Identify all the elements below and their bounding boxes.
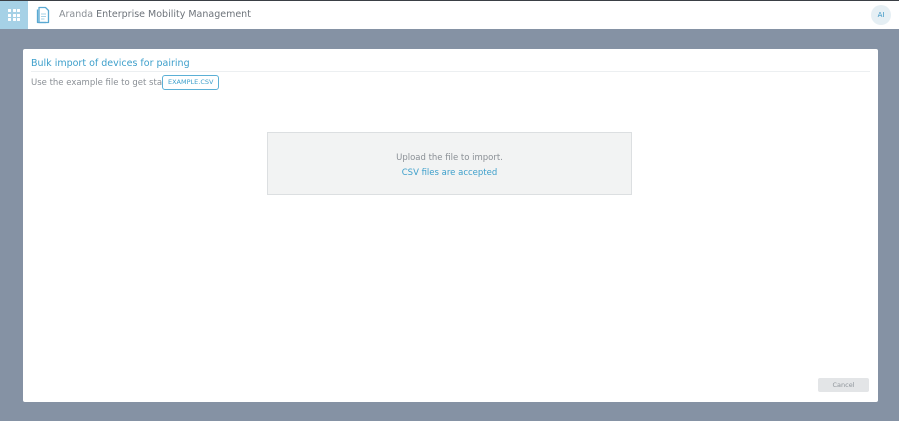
dialog-title: Bulk import of devices for pairing (31, 58, 190, 69)
top-bar: Aranda Enterprise Mobility Management AI (0, 0, 899, 29)
example-csv-button[interactable]: EXAMPLE.CSV (162, 75, 220, 90)
upload-instruction: Upload the file to import. (396, 153, 503, 163)
app-title-name: Enterprise Mobility Management (96, 9, 251, 20)
apps-menu-button[interactable] (0, 1, 28, 29)
apps-grid-icon (8, 9, 20, 21)
user-avatar[interactable]: AI (871, 5, 891, 25)
example-hint-text: Use the example file to get started. (31, 78, 183, 88)
title-divider (31, 71, 870, 72)
app-title: Aranda Enterprise Mobility Management (59, 8, 251, 22)
cancel-button[interactable]: Cancel (818, 378, 869, 392)
bulk-import-dialog: Bulk import of devices for pairing Use t… (23, 49, 878, 402)
app-title-prefix: Aranda (59, 9, 94, 20)
accepted-format-text: CSV files are accepted (401, 168, 498, 178)
file-upload-dropzone[interactable]: Upload the file to import. CSV files are… (267, 132, 632, 195)
document-logo-icon (36, 6, 50, 24)
